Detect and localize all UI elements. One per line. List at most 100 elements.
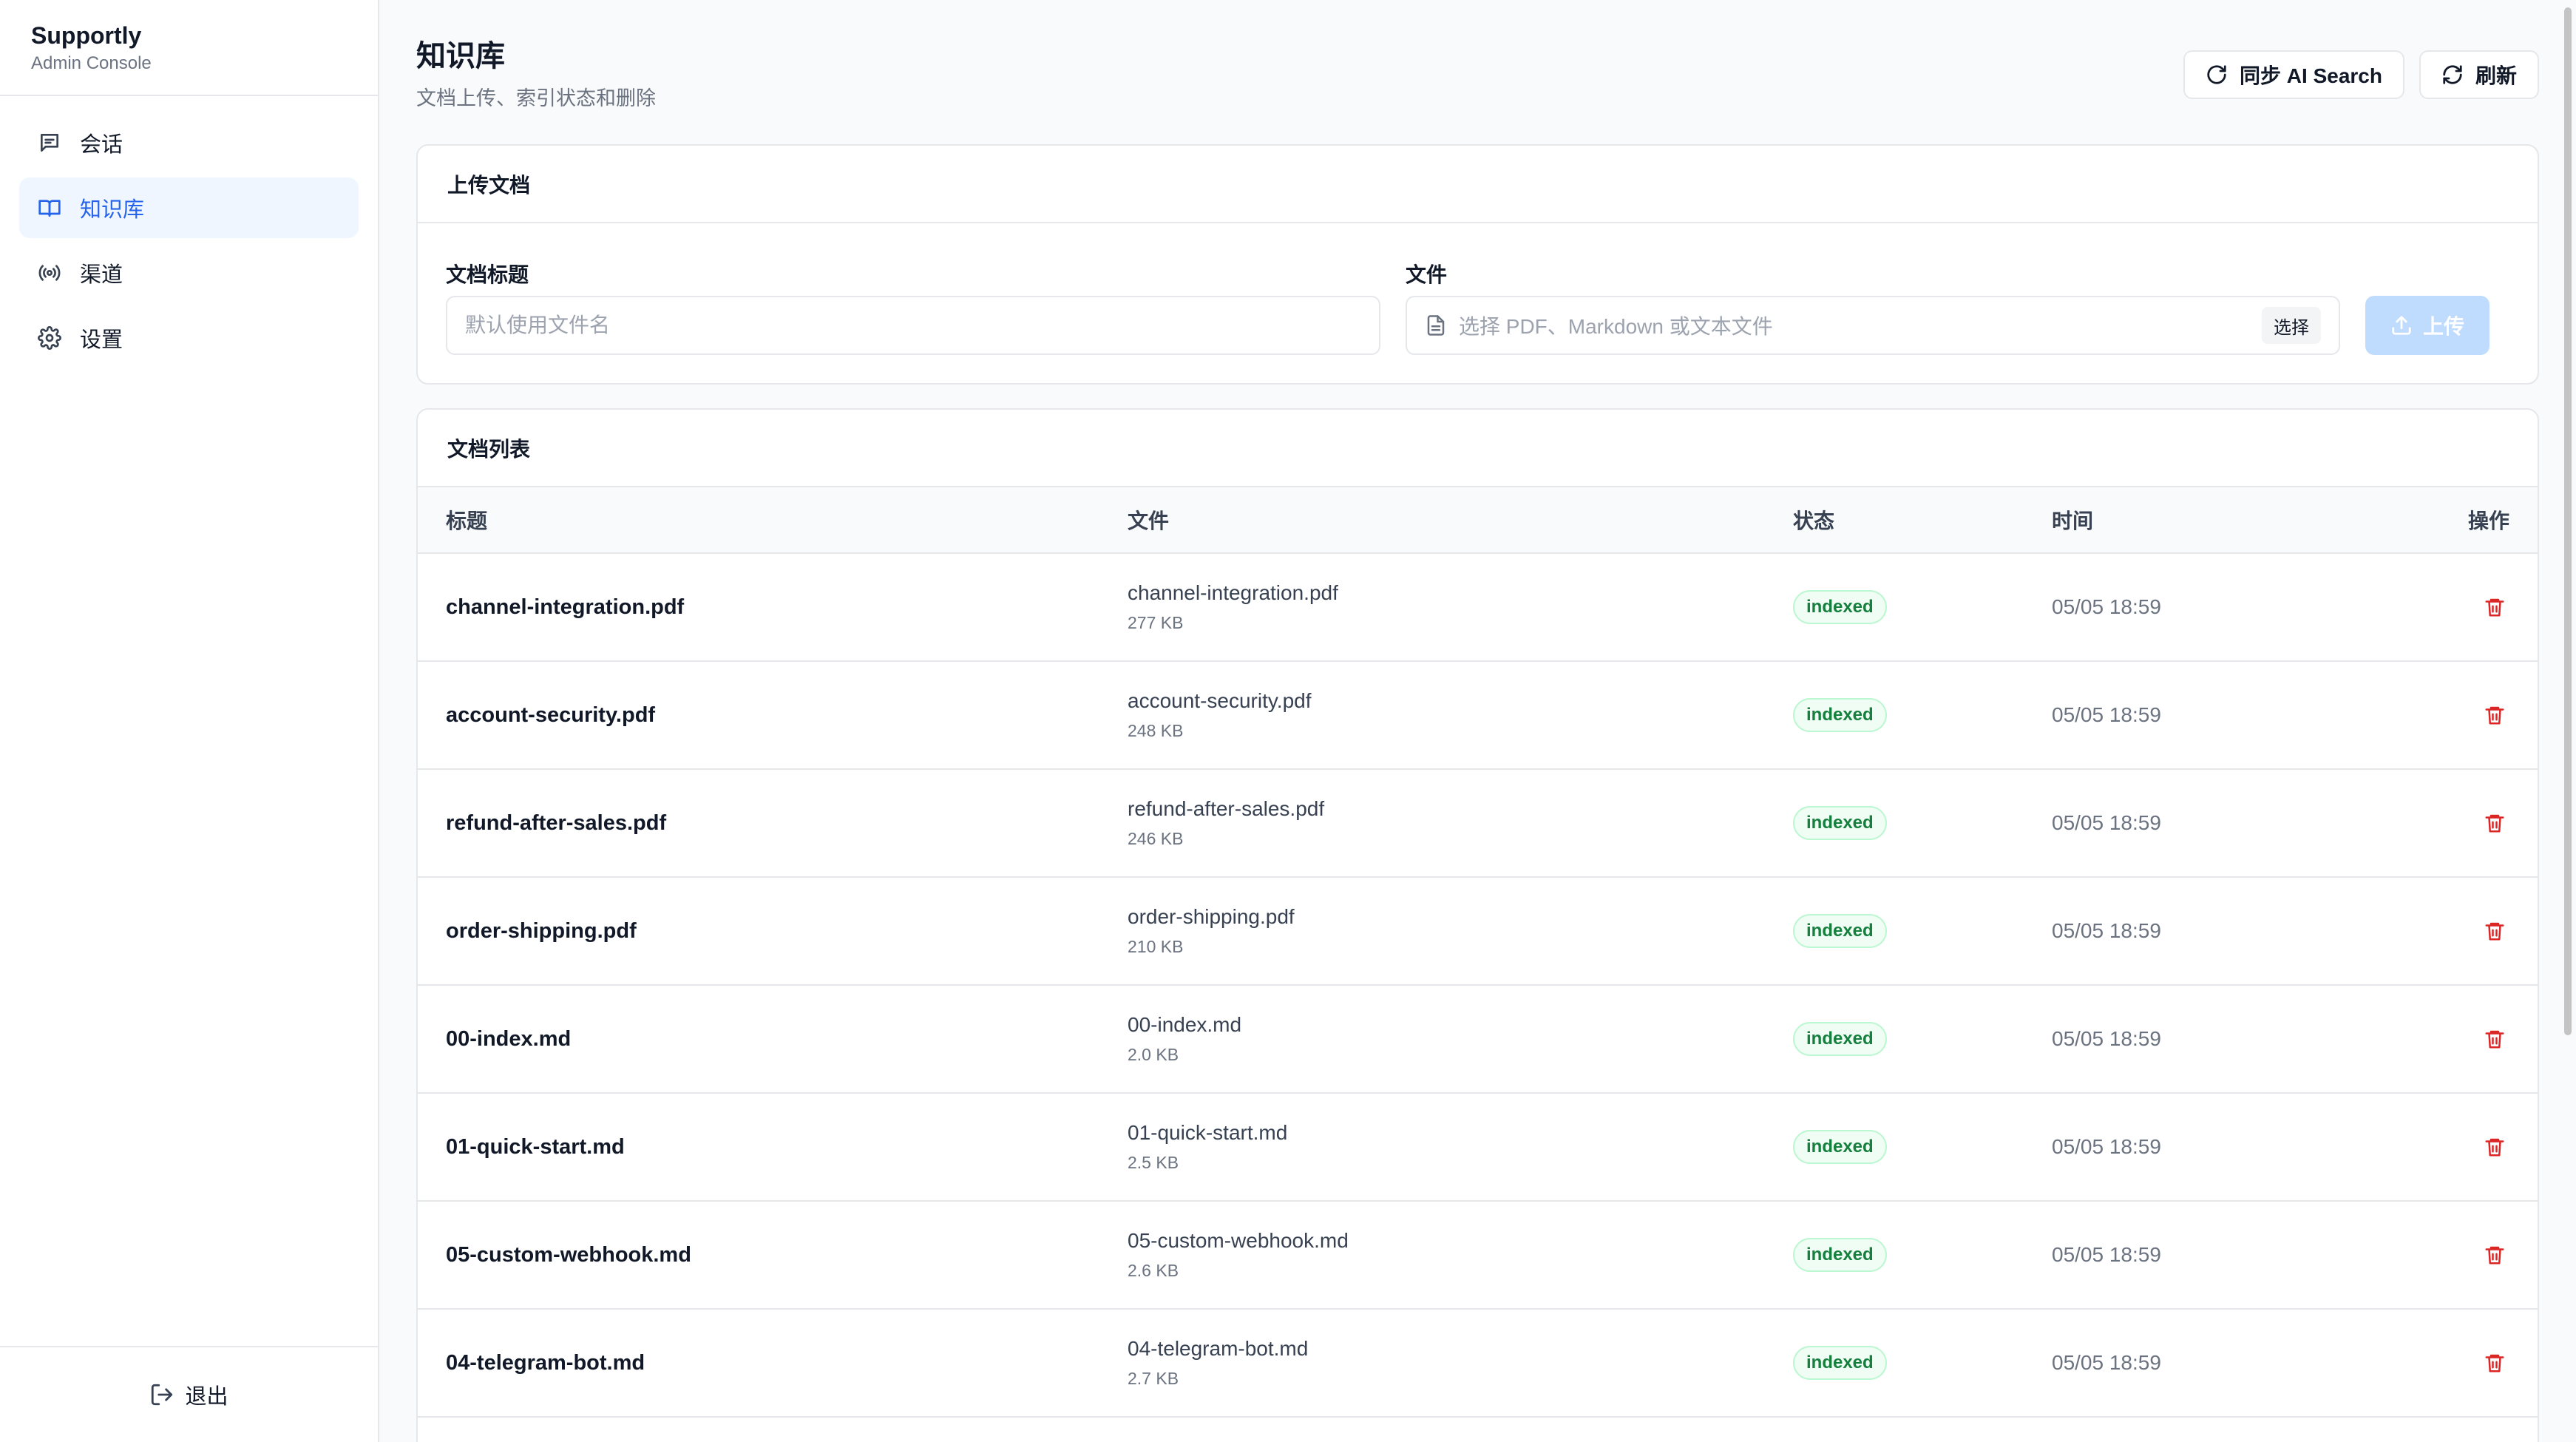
file-name: 05-custom-webhook.md — [1128, 1229, 1349, 1252]
refresh-button[interactable]: 刷新 — [2419, 50, 2539, 99]
table-row: 05-custom-webhook.md 05-custom-webhook.m… — [418, 1202, 2538, 1310]
table-row: order-shipping.pdf order-shipping.pdf 21… — [418, 878, 2538, 986]
file-size: 2.5 KB — [1128, 1153, 1179, 1172]
sidebar-footer: 退出 — [0, 1346, 378, 1442]
gear-icon — [37, 325, 62, 351]
file-cell: 05-custom-webhook.md 2.6 KB — [1128, 1202, 1349, 1308]
row-title: 05-custom-webhook.md — [446, 1242, 691, 1267]
file-icon — [1427, 315, 1445, 336]
sidebar-item-knowledge-base[interactable]: 知识库 — [19, 177, 359, 238]
trash-icon — [2485, 1138, 2504, 1157]
file-field-label: 文件 — [1406, 263, 1448, 286]
sync-ai-search-button[interactable]: 同步 AI Search — [2183, 50, 2404, 99]
file-cell: 00-index.md 2.0 KB — [1128, 986, 1241, 1092]
actions-cell — [2472, 1202, 2509, 1308]
delete-button[interactable] — [2472, 909, 2517, 953]
file-cell: channel-integration.pdf 277 KB — [1128, 554, 1338, 660]
sync-label: 同步 AI Search — [2240, 64, 2382, 87]
status-cell: indexed — [1793, 986, 1887, 1092]
logout-icon — [152, 1384, 173, 1406]
file-size: 210 KB — [1128, 937, 1184, 956]
delete-button[interactable] — [2472, 1125, 2517, 1169]
table-header: 标题 文件 状态 时间 操作 — [418, 487, 2538, 554]
delete-button[interactable] — [2472, 1233, 2517, 1277]
status-cell: indexed — [1793, 662, 1887, 768]
table-row: refund-after-sales.pdf refund-after-sale… — [418, 770, 2538, 878]
column-time: 时间 — [2052, 510, 2094, 532]
sidebar: Supportly Admin Console 会话 知识库 渠道 设置 退出 — [0, 0, 379, 1442]
status-badge: indexed — [1793, 1130, 1887, 1164]
sync-icon — [2207, 65, 2226, 84]
file-cell: 01-quick-start.md 2.5 KB — [1128, 1094, 1287, 1200]
sidebar-nav: 会话 知识库 渠道 设置 — [0, 96, 378, 389]
document-title-input[interactable] — [446, 296, 1380, 355]
row-title: 04-telegram-bot.md — [446, 1350, 645, 1375]
sidebar-item-label: 设置 — [80, 328, 123, 352]
status-cell: indexed — [1793, 1310, 1887, 1416]
column-actions: 操作 — [2467, 510, 2509, 532]
trash-icon — [2485, 598, 2504, 617]
trash-icon — [2485, 1354, 2504, 1372]
file-name: 00-index.md — [1128, 1013, 1242, 1036]
delete-button[interactable] — [2472, 1017, 2517, 1061]
choose-file-button[interactable]: 选择 — [2262, 307, 2321, 344]
file-cell: account-security.pdf 248 KB — [1128, 662, 1312, 768]
table-row: 01-quick-start.md 01-quick-start.md 2.5 … — [418, 1094, 2538, 1202]
file-name: refund-after-sales.pdf — [1128, 797, 1325, 820]
actions-cell — [2472, 770, 2509, 876]
status-badge: indexed — [1793, 806, 1887, 840]
column-file: 文件 — [1128, 510, 1170, 532]
upload-form: 文档标题 文件 选择 PDF、Markdown 或文本文件 选择 上传 — [418, 223, 2538, 385]
status-badge: indexed — [1793, 1022, 1887, 1056]
file-size: 2.7 KB — [1128, 1369, 1179, 1388]
title-field-label: 文档标题 — [446, 263, 529, 286]
row-title: refund-after-sales.pdf — [446, 810, 667, 835]
time-cell: 05/05 18:59 — [2052, 595, 2161, 618]
sidebar-item-channels[interactable]: 渠道 — [19, 243, 359, 303]
status-cell: indexed — [1793, 1094, 1887, 1200]
logout-button[interactable]: 退出 — [149, 1379, 228, 1410]
time-cell: 05/05 18:59 — [2052, 1027, 2161, 1050]
brand-name: Supportly — [31, 22, 142, 49]
trash-icon — [2485, 814, 2504, 833]
file-cell: refund-after-sales.pdf 246 KB — [1128, 770, 1324, 876]
row-title: 01-quick-start.md — [446, 1134, 625, 1159]
actions-cell — [2472, 554, 2509, 660]
sidebar-item-conversations[interactable]: 会话 — [19, 112, 359, 173]
sidebar-item-label: 会话 — [80, 133, 123, 157]
file-input[interactable]: 选择 PDF、Markdown 或文本文件 选择 — [1406, 296, 2340, 355]
file-size: 2.0 KB — [1128, 1045, 1179, 1064]
status-badge: indexed — [1793, 1238, 1887, 1272]
actions-cell — [2472, 662, 2509, 768]
trash-icon — [2485, 922, 2504, 941]
delete-button[interactable] — [2472, 585, 2517, 629]
trash-icon — [2485, 1246, 2504, 1265]
table-row: channel-integration.pdf channel-integrat… — [418, 554, 2538, 662]
file-size: 248 KB — [1128, 721, 1184, 740]
file-name: 04-telegram-bot.md — [1128, 1337, 1309, 1360]
file-name: account-security.pdf — [1128, 689, 1312, 712]
header-actions: 同步 AI Search 刷新 — [2183, 50, 2539, 99]
status-cell: indexed — [1793, 1202, 1887, 1308]
trash-icon — [2485, 1030, 2504, 1049]
file-cell: 04-telegram-bot.md 2.7 KB — [1128, 1310, 1308, 1416]
status-badge: indexed — [1793, 590, 1887, 624]
upload-button[interactable]: 上传 — [2365, 296, 2489, 355]
status-cell: indexed — [1793, 770, 1887, 876]
delete-button[interactable] — [2472, 1341, 2517, 1385]
status-badge: indexed — [1793, 698, 1887, 732]
column-title: 标题 — [446, 510, 488, 532]
documents-card-title: 文档列表 — [418, 410, 2538, 487]
upload-card: 上传文档 文档标题 文件 选择 PDF、Markdown 或文本文件 选择 上传 — [416, 144, 2539, 385]
table-row: 04-telegram-bot.md 04-telegram-bot.md 2.… — [418, 1310, 2538, 1418]
time-cell: 05/05 18:59 — [2052, 1243, 2161, 1266]
page-scrollbar[interactable] — [2564, 7, 2572, 1035]
status-cell: indexed — [1793, 878, 1887, 984]
time-cell: 05/05 18:59 — [2052, 919, 2161, 942]
upload-card-title: 上传文档 — [418, 146, 2538, 223]
table-row: account-security.pdf account-security.pd… — [418, 662, 2538, 770]
delete-button[interactable] — [2472, 693, 2517, 737]
sidebar-item-settings[interactable]: 设置 — [19, 308, 359, 368]
delete-button[interactable] — [2472, 801, 2517, 845]
refresh-icon — [2443, 65, 2462, 84]
